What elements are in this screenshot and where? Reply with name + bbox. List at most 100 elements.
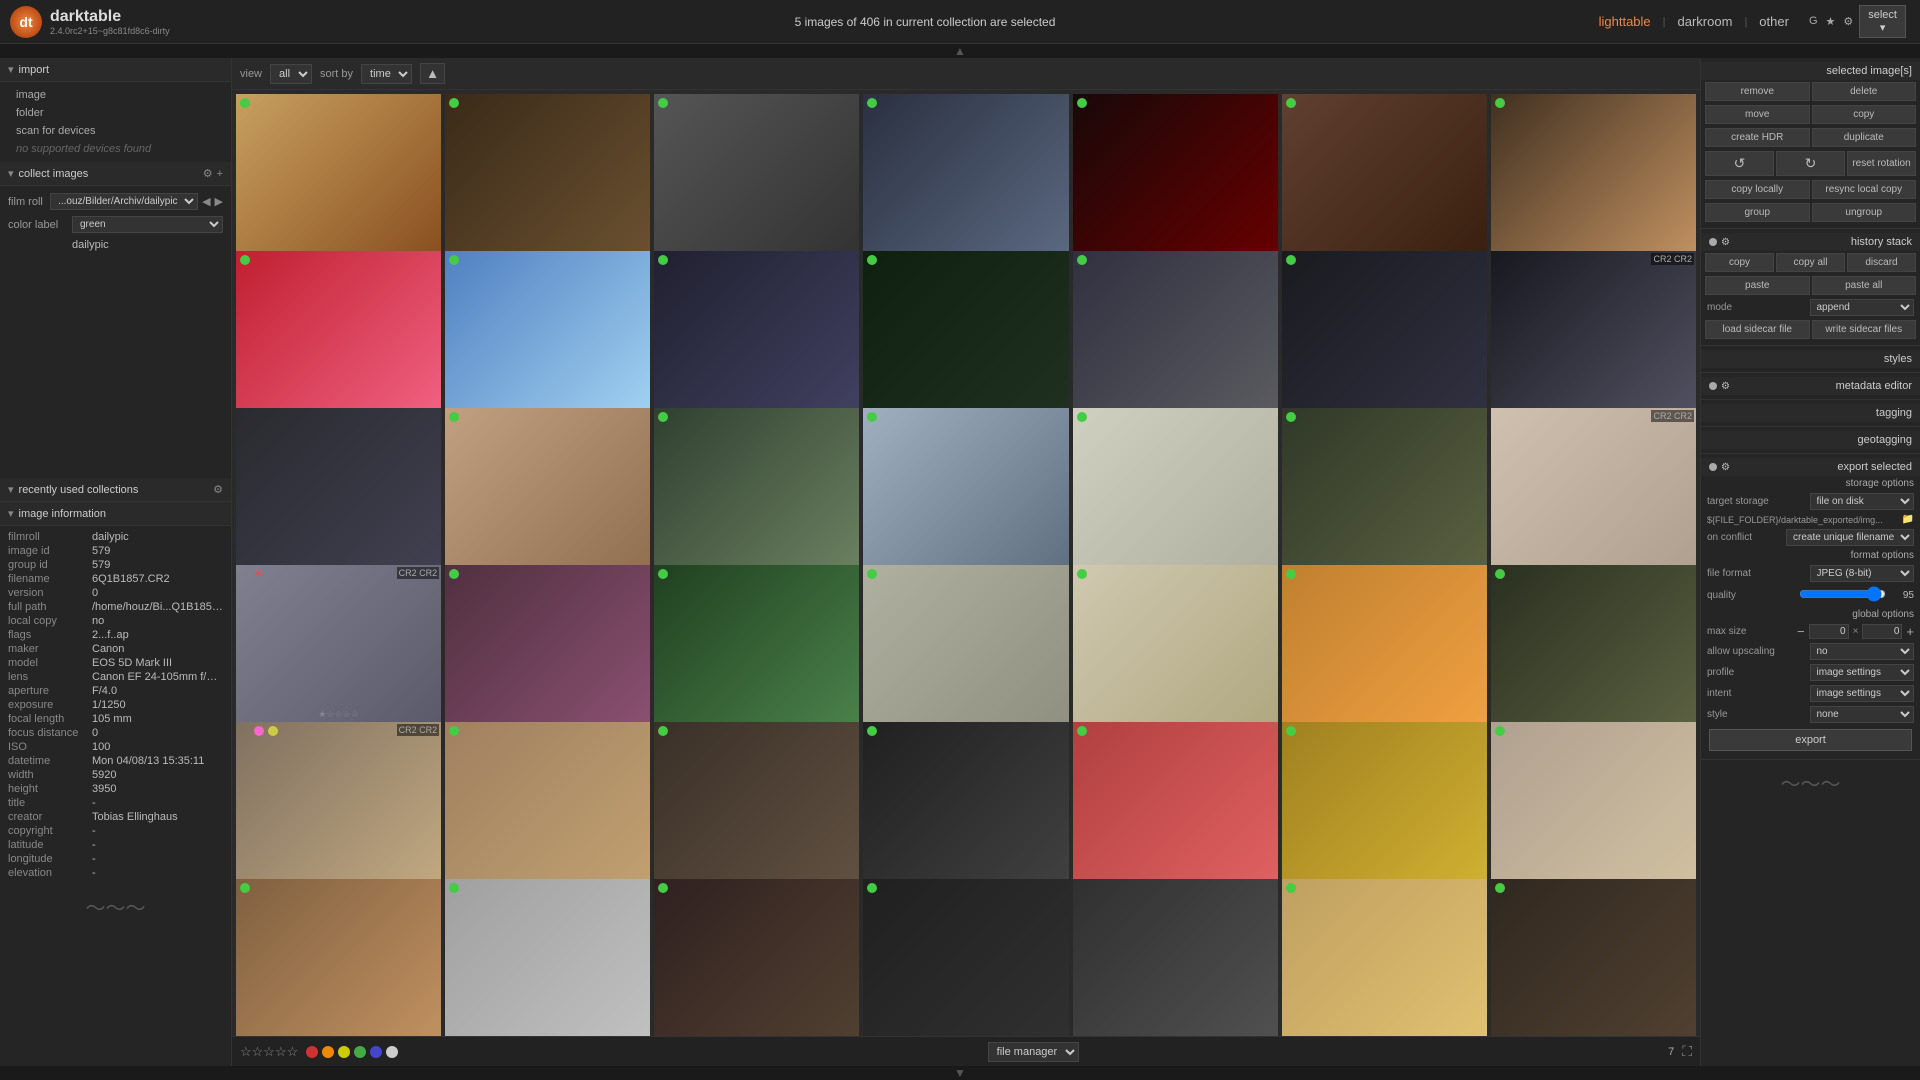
photo-cell[interactable]: CR2 CR2 <box>1491 251 1696 409</box>
copy-all-button[interactable]: copy all <box>1776 253 1845 272</box>
export-button[interactable]: export <box>1709 729 1912 751</box>
paste-button[interactable]: paste <box>1705 276 1810 295</box>
import-folder[interactable]: folder <box>0 104 231 122</box>
photo-cell[interactable] <box>1491 94 1696 252</box>
photo-cell[interactable] <box>445 94 650 252</box>
recently-section-header[interactable]: ▾ recently used collections ⚙ <box>0 478 231 502</box>
film-roll-select[interactable]: ...ouz/Bilder/Archiv/dailypic <box>50 193 198 210</box>
photo-cell[interactable] <box>445 565 650 723</box>
film-roll-prev[interactable]: ◀ <box>202 195 210 208</box>
photo-cell[interactable] <box>1491 722 1696 880</box>
export-settings-icon[interactable]: ⚙ <box>1721 462 1730 473</box>
scroll-down-arrow[interactable]: ▼ <box>0 1066 1920 1080</box>
profile-select[interactable]: image settings <box>1810 664 1915 681</box>
scroll-up-arrow[interactable]: ▲ <box>0 44 1920 58</box>
rotate-cw-button[interactable]: ↻ <box>1776 151 1845 176</box>
create-hdr-button[interactable]: create HDR <box>1705 128 1810 147</box>
red-dot-filter[interactable] <box>306 1046 318 1058</box>
photo-cell[interactable] <box>654 94 859 252</box>
collect-section-header[interactable]: ▾ collect images ⚙ + <box>0 162 231 186</box>
rotate-ccw-button[interactable]: ↺ <box>1705 151 1774 176</box>
photo-cell[interactable] <box>1282 251 1487 409</box>
sort-direction-button[interactable]: ▲ <box>420 63 445 84</box>
photo-cell[interactable] <box>1073 94 1278 252</box>
photo-cell[interactable] <box>654 408 859 566</box>
ungroup-button[interactable]: ungroup <box>1812 203 1917 222</box>
collect-add-icon[interactable]: + <box>217 168 223 180</box>
photo-cell[interactable] <box>1073 565 1278 723</box>
photo-cell[interactable] <box>1282 722 1487 880</box>
blue-dot-filter[interactable] <box>370 1046 382 1058</box>
photo-cell[interactable] <box>863 408 1068 566</box>
max-size-plus[interactable]: + <box>1906 624 1914 639</box>
max-size-h-input[interactable]: 0 <box>1862 624 1902 639</box>
move-button[interactable]: move <box>1705 105 1810 124</box>
resync-local-button[interactable]: resync local copy <box>1812 180 1917 199</box>
quality-slider[interactable] <box>1799 586 1887 602</box>
google-icon[interactable]: G <box>1809 15 1818 28</box>
import-image[interactable]: image <box>0 86 231 104</box>
photo-cell[interactable] <box>236 879 441 1036</box>
photo-cell[interactable]: CR2 CR2 <box>1491 408 1696 566</box>
photo-cell[interactable] <box>236 94 441 252</box>
group-button[interactable]: group <box>1705 203 1810 222</box>
photo-cell[interactable] <box>654 722 859 880</box>
load-sidecar-button[interactable]: load sidecar file <box>1705 320 1810 339</box>
white-dot-filter[interactable] <box>386 1046 398 1058</box>
on-conflict-select[interactable]: create unique filename <box>1786 529 1914 546</box>
photo-cell[interactable] <box>654 879 859 1036</box>
color-label-select[interactable]: green <box>72 216 223 233</box>
duplicate-button[interactable]: duplicate <box>1812 128 1917 147</box>
green-dot-filter[interactable] <box>354 1046 366 1058</box>
photo-cell[interactable] <box>863 879 1068 1036</box>
photo-cell[interactable] <box>1282 565 1487 723</box>
nav-other[interactable]: other <box>1753 11 1795 32</box>
file-format-select[interactable]: JPEG (8-bit) <box>1810 565 1915 582</box>
photo-cell[interactable] <box>1073 251 1278 409</box>
allow-upscaling-select[interactable]: no <box>1810 643 1915 660</box>
photo-cell[interactable] <box>1282 408 1487 566</box>
collect-settings-icon[interactable]: ⚙ <box>203 167 213 180</box>
copy-button[interactable]: copy <box>1812 105 1917 124</box>
discard-button[interactable]: discard <box>1847 253 1916 272</box>
style-select[interactable]: none <box>1810 706 1915 723</box>
paste-all-button[interactable]: paste all <box>1812 276 1917 295</box>
max-size-w-input[interactable]: 0 <box>1809 624 1849 639</box>
recently-settings-icon[interactable]: ⚙ <box>213 483 223 496</box>
max-size-w-minus[interactable]: − <box>1797 624 1805 639</box>
photo-cell[interactable] <box>1282 879 1487 1036</box>
photo-cell[interactable] <box>654 565 859 723</box>
star-rating-filter[interactable]: ☆☆☆☆☆ <box>240 1044 298 1060</box>
copy-locally-button[interactable]: copy locally <box>1705 180 1810 199</box>
photo-cell[interactable] <box>236 251 441 409</box>
photo-cell[interactable] <box>1073 408 1278 566</box>
photo-cell[interactable] <box>1073 879 1278 1036</box>
target-storage-select[interactable]: file on disk <box>1810 493 1915 510</box>
path-browse-icon[interactable]: 📁 <box>1902 514 1914 525</box>
photo-cell[interactable] <box>863 565 1068 723</box>
intent-select[interactable]: image settings <box>1810 685 1915 702</box>
fullscreen-icon[interactable]: ⛶ <box>1682 1043 1692 1060</box>
write-sidecar-button[interactable]: write sidecar files <box>1812 320 1917 339</box>
gear-icon[interactable]: ⚙ <box>1843 15 1853 28</box>
remove-button[interactable]: remove <box>1705 82 1810 101</box>
import-section-header[interactable]: ▾ import <box>0 58 231 82</box>
photo-cell[interactable] <box>445 251 650 409</box>
yellow-dot-filter[interactable] <box>338 1046 350 1058</box>
photo-cell[interactable] <box>863 251 1068 409</box>
history-settings-icon[interactable]: ⚙ <box>1721 237 1730 248</box>
nav-darkroom[interactable]: darkroom <box>1672 11 1739 32</box>
photo-cell[interactable]: CR2 CR2 <box>236 722 441 880</box>
photo-cell[interactable] <box>863 722 1068 880</box>
metadata-settings-icon[interactable]: ⚙ <box>1721 381 1730 392</box>
delete-button[interactable]: delete <box>1812 82 1917 101</box>
select-button[interactable]: select ▾ <box>1859 5 1906 38</box>
photo-cell[interactable] <box>1282 94 1487 252</box>
scan-devices[interactable]: scan for devices <box>0 122 231 140</box>
film-roll-next[interactable]: ▶ <box>215 195 223 208</box>
orange-dot-filter[interactable] <box>322 1046 334 1058</box>
photo-cell[interactable] <box>654 251 859 409</box>
photo-cell[interactable] <box>863 94 1068 252</box>
photo-cell[interactable] <box>1491 565 1696 723</box>
photo-cell[interactable] <box>236 408 441 566</box>
